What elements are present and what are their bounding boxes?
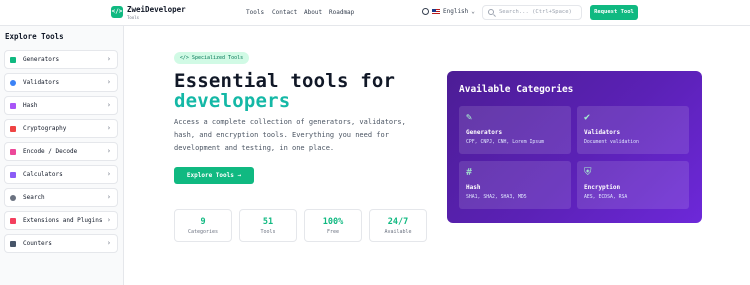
- calculator-icon: [10, 172, 16, 178]
- stat-value: 51: [262, 217, 274, 227]
- sidebar-item-label: Calculators: [23, 171, 63, 178]
- stat-label: Free: [326, 229, 340, 235]
- stat-card: 9 Categories: [174, 209, 232, 242]
- sidebar-item-encode-decode[interactable]: Encode / Decode ›: [4, 142, 118, 161]
- chevron-right-icon: ›: [106, 193, 111, 201]
- chevron-right-icon: ›: [106, 55, 111, 63]
- stat-card: 24/7 Available: [369, 209, 427, 242]
- hero-description: Access a complete collection of generato…: [174, 118, 406, 152]
- category-card-encryption[interactable]: ⛨ Encryption AES, ECDSA, RSA: [577, 161, 689, 209]
- sidebar-item-label: Search: [23, 194, 45, 201]
- nav-roadmap[interactable]: Roadmap: [329, 9, 354, 16]
- brand-subtitle: Tools: [127, 15, 140, 20]
- brand-name[interactable]: ZweiDeveloper: [127, 5, 186, 14]
- sidebar-item-label: Hash: [23, 102, 38, 109]
- wand-icon: ✎: [466, 112, 473, 123]
- puzzle-icon: [10, 218, 16, 224]
- check-circle-icon: [10, 80, 16, 86]
- search-placeholder: Search... (Ctrl+Space): [499, 9, 572, 15]
- search-icon: [10, 195, 16, 201]
- panel-title: Available Categories: [459, 84, 574, 95]
- sidebar-item-label: Generators: [23, 56, 60, 63]
- category-name: Hash: [466, 184, 481, 191]
- sidebar: Explore Tools Generators › Validators › …: [0, 26, 124, 285]
- category-card-hash[interactable]: # Hash SHA1, SHA2, SHA3, MD5: [459, 161, 571, 209]
- sidebar-item-label: Counters: [23, 240, 52, 247]
- stat-value: 100%: [322, 217, 344, 227]
- stat-value: 9: [200, 217, 206, 227]
- sidebar-item-label: Encode / Decode: [23, 148, 78, 155]
- search-input[interactable]: Search... (Ctrl+Space): [482, 5, 582, 20]
- chevron-down-icon: ⌄: [471, 8, 475, 15]
- stat-label: Categories: [187, 229, 219, 235]
- check-circle-icon: ✔: [584, 112, 591, 123]
- us-flag-icon: [432, 9, 440, 14]
- request-tool-button[interactable]: Request Tool: [590, 5, 638, 20]
- wand-icon: [10, 57, 16, 63]
- sidebar-title: Explore Tools: [5, 32, 64, 41]
- chevron-right-icon: ›: [106, 147, 111, 155]
- stat-card: 51 Tools: [239, 209, 297, 242]
- chevron-right-icon: ›: [106, 78, 111, 86]
- sidebar-item-cryptography[interactable]: Cryptography ›: [4, 119, 118, 138]
- shield-icon: ⛨: [584, 167, 592, 178]
- counter-icon: [10, 241, 16, 247]
- stat-label: Available: [384, 229, 412, 235]
- category-card-validators[interactable]: ✔ Validators Document validation: [577, 106, 689, 154]
- hash-icon: #: [466, 167, 473, 178]
- sidebar-item-calculators[interactable]: Calculators ›: [4, 165, 118, 184]
- hash-icon: [10, 103, 16, 109]
- chevron-right-icon: ›: [106, 170, 111, 178]
- chevron-right-icon: ›: [106, 101, 111, 109]
- chevron-right-icon: ›: [106, 239, 111, 247]
- category-desc: SHA1, SHA2, SHA3, MD5: [466, 195, 527, 200]
- nav-tools[interactable]: Tools: [246, 9, 264, 16]
- hero-title: Essential tools for: [174, 70, 396, 92]
- category-desc: Document validation: [584, 140, 639, 145]
- stat-card: 100% Free: [304, 209, 362, 242]
- category-desc: CPF, CNPJ, CNH, Lorem Ipsum: [466, 140, 544, 145]
- sidebar-item-hash[interactable]: Hash ›: [4, 96, 118, 115]
- code-icon: [10, 149, 16, 155]
- language-selector[interactable]: English ⌄: [422, 8, 475, 15]
- category-name: Validators: [584, 129, 621, 136]
- sidebar-item-label: Extensions and Plugins: [23, 217, 103, 224]
- category-name: Encryption: [584, 184, 621, 191]
- categories-panel: Available Categories ✎ Generators CPF, C…: [447, 71, 702, 223]
- sidebar-item-label: Validators: [23, 79, 60, 86]
- sidebar-item-generators[interactable]: Generators ›: [4, 50, 118, 69]
- stat-value: 24/7: [387, 217, 409, 227]
- sidebar-item-extensions[interactable]: Extensions and Plugins ›: [4, 211, 118, 230]
- category-card-generators[interactable]: ✎ Generators CPF, CNPJ, CNH, Lorem Ipsum: [459, 106, 571, 154]
- chevron-right-icon: ›: [106, 124, 111, 132]
- sidebar-item-label: Cryptography: [23, 125, 67, 132]
- globe-icon: [422, 8, 429, 15]
- language-label: English: [443, 8, 469, 15]
- sidebar-item-counters[interactable]: Counters ›: [4, 234, 118, 253]
- nav-contact[interactable]: Contact: [272, 9, 297, 16]
- nav-about[interactable]: About: [304, 9, 322, 16]
- sidebar-item-validators[interactable]: Validators ›: [4, 73, 118, 92]
- shield-icon: [10, 126, 16, 132]
- search-icon: [488, 9, 494, 15]
- chevron-right-icon: ›: [106, 216, 111, 224]
- logo-icon[interactable]: </>: [111, 6, 123, 18]
- category-desc: AES, ECDSA, RSA: [584, 195, 628, 200]
- top-header: </> ZweiDeveloper Tools Tools Contact Ab…: [0, 0, 750, 26]
- stat-label: Tools: [260, 229, 276, 235]
- category-name: Generators: [466, 129, 503, 136]
- hero-title-highlight: developers: [174, 90, 291, 112]
- explore-tools-button[interactable]: Explore Tools →: [174, 167, 254, 184]
- sidebar-item-search[interactable]: Search ›: [4, 188, 118, 207]
- specialized-tools-badge: </> Specialized Tools: [174, 52, 249, 64]
